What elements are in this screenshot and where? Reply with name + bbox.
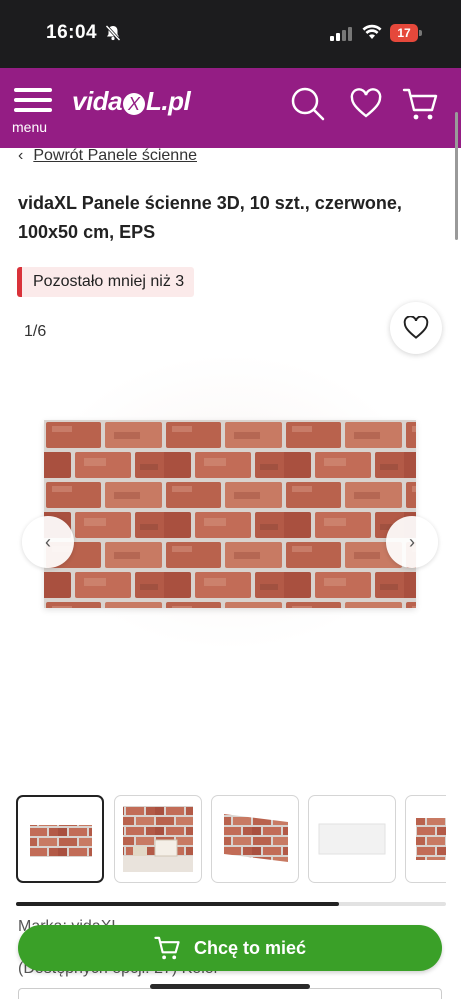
battery-level: 17 (390, 24, 418, 42)
thumbnail-image (224, 814, 288, 862)
back-chevron-icon: ‹ (18, 147, 24, 164)
thumbnail-image (318, 823, 386, 855)
thumbnail-4[interactable] (308, 795, 396, 883)
product-title: vidaXL Panele ścienne 3D, 10 szt., czerw… (18, 193, 402, 242)
breadcrumb-link[interactable]: Powrót Panele ścienne (33, 147, 197, 165)
battery-icon: 17 (390, 24, 422, 42)
stock-badge: Pozostało mniej niż 3 (17, 267, 195, 297)
thumbnail-image (416, 818, 446, 860)
chevron-right-icon: › (409, 531, 415, 552)
product-main-image[interactable] (44, 420, 416, 608)
page-scrollbar[interactable] (455, 112, 458, 240)
thumbnail-3[interactable] (211, 795, 299, 883)
thumbnail-scroll-track[interactable] (16, 902, 446, 906)
bell-off-icon (105, 25, 121, 41)
thumbnail-image (123, 806, 193, 872)
heart-icon[interactable] (350, 88, 382, 120)
home-indicator[interactable] (150, 984, 310, 989)
search-icon[interactable] (290, 86, 326, 122)
brick-panel-image (44, 420, 416, 608)
thumbnail-5[interactable] (405, 795, 446, 883)
wifi-icon (362, 24, 382, 39)
carousel-next-button[interactable]: › (386, 516, 438, 568)
vidaxl-logo[interactable]: vida X L.pl (72, 86, 192, 126)
battery-tip (419, 30, 422, 36)
cart-icon[interactable] (402, 86, 438, 122)
thumbnail-2[interactable] (114, 795, 202, 883)
cart-icon (154, 936, 180, 960)
logo-x-mark: X (123, 93, 146, 115)
color-select[interactable] (18, 988, 442, 999)
signal-icon (330, 27, 352, 41)
thumbnail-scroll-thumb[interactable] (16, 902, 339, 906)
thumbnail-image (30, 825, 92, 857)
menu-button[interactable]: menu (12, 86, 56, 136)
carousel-prev-button[interactable]: ‹ (22, 516, 74, 568)
menu-icon-bar (14, 108, 52, 112)
add-to-cart-label: Chcę to mieć (193, 937, 307, 958)
app-header: menu vida X L.pl (0, 68, 461, 148)
image-counter: 1/6 (24, 323, 47, 340)
thumbnail-strip (16, 795, 446, 887)
chevron-left-icon: ‹ (45, 531, 51, 552)
breadcrumb[interactable]: ‹ Powrót Panele ścienne (18, 147, 197, 165)
status-time: 16:04 (46, 22, 98, 43)
logo-prefix: vida (72, 86, 123, 116)
add-to-cart-button[interactable]: Chcę to mieć (18, 925, 442, 971)
status-bar: 16:04 17 (0, 0, 461, 68)
wishlist-button[interactable] (390, 302, 442, 354)
menu-icon-bar (14, 98, 52, 102)
menu-icon-bar (14, 88, 52, 92)
thumbnail-1[interactable] (16, 795, 104, 883)
heart-outline-icon (403, 316, 429, 339)
menu-label: menu (12, 119, 48, 135)
logo-suffix: L.pl (146, 86, 191, 116)
